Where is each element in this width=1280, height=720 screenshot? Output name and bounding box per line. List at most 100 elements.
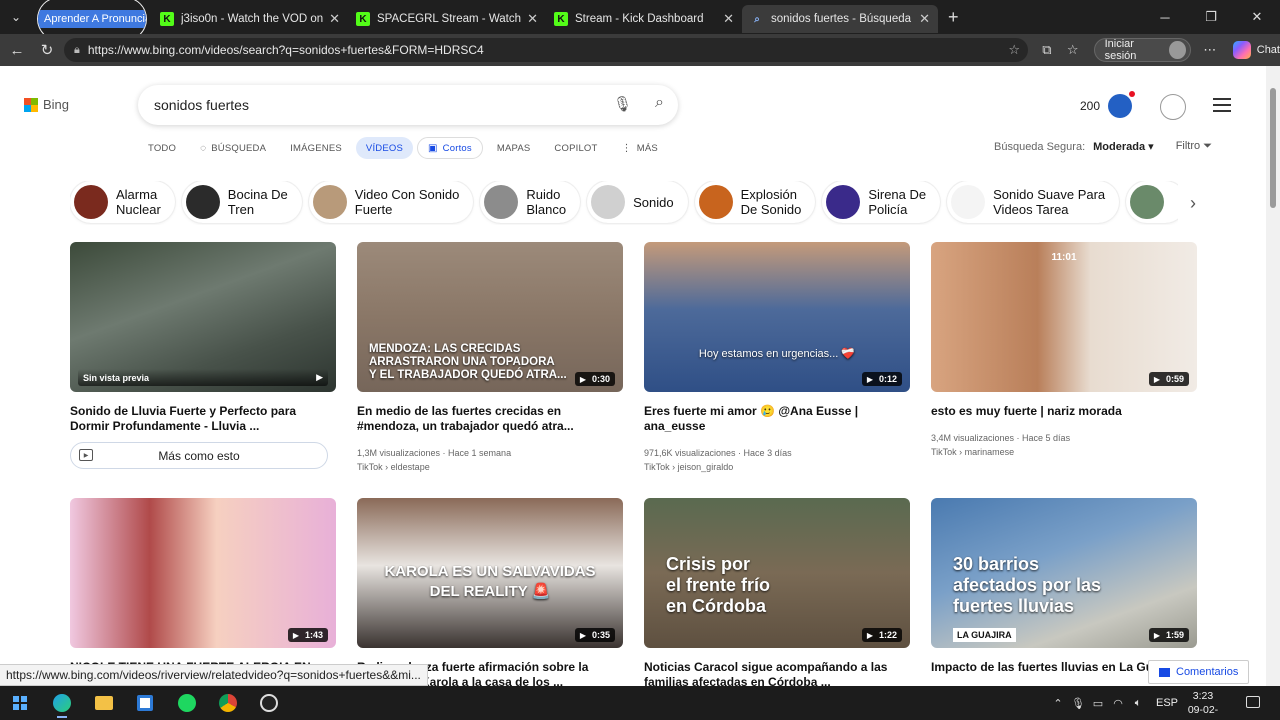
close-tab-icon[interactable]: ✕ [919, 11, 930, 27]
video-title[interactable]: Eres fuerte mi amor 🥲 @Ana Eusse | ana_e… [644, 404, 910, 434]
close-window-icon[interactable]: ✕ [1234, 0, 1280, 34]
video-thumbnail[interactable]: KAROLA ES UN SALVAVIDAS DEL REALITY 🚨 ▶ 0:… [357, 498, 623, 648]
more-like-this-label: Más como esto [158, 448, 240, 463]
reload-icon[interactable]: ↻ [32, 35, 62, 65]
video-title[interactable]: esto es muy fuerte | nariz morada [931, 404, 1197, 419]
video-source[interactable]: TikTok › marinamese [931, 445, 1197, 459]
video-card[interactable]: ▶1:43NICOLE TIENE UNA FUERTE ALERGIA EN … [70, 498, 336, 686]
spotify-icon[interactable] [172, 690, 202, 716]
related-search-pill[interactable]: Explosión De Sonido [695, 181, 816, 223]
hamburger-menu-icon[interactable] [1213, 98, 1231, 116]
kick-icon: K [356, 12, 370, 26]
video-source[interactable]: TikTok › jeison_giraldo [644, 460, 910, 474]
sign-in-button[interactable]: Iniciar sesión [1093, 38, 1191, 62]
show-hidden-icons-icon[interactable]: ⌃ [1048, 697, 1068, 710]
tab-imagenes[interactable]: IMÁGENES [290, 137, 342, 159]
wifi-icon[interactable]: ◠ [1108, 697, 1128, 710]
bing-logo[interactable]: Bing [24, 97, 69, 112]
video-source[interactable]: TikTok › eldestape [357, 460, 623, 474]
tab-3[interactable]: K SPACEGRL Stream - Watch Live on Kick ✕ [348, 5, 546, 33]
play-icon: ▶ [866, 630, 873, 640]
video-thumbnail[interactable]: 30 barrios afectados por las fuertes llu… [931, 498, 1197, 648]
windows-logo-icon [13, 696, 27, 710]
tab-mas[interactable]: ⋮ MÁS [622, 137, 658, 159]
tab-busqueda[interactable]: ◌ BÚSQUEDA [200, 137, 266, 159]
microphone-icon[interactable]: 🎙︎ [613, 95, 632, 113]
microphone-tray-icon[interactable]: 🎙︎ [1068, 697, 1088, 710]
related-search-pill[interactable]: Bocina De Tren [182, 181, 302, 223]
video-title[interactable]: Sonido de Lluvia Fuerte y Perfecto para … [70, 404, 336, 434]
tab-4[interactable]: K Stream - Kick Dashboard ✕ [546, 5, 742, 33]
search-scope-tabs: TODO ◌ BÚSQUEDA IMÁGENES VÍDEOS ▣ Cortos… [148, 137, 682, 159]
video-card[interactable]: 11:01 ▶ 0:59 esto es muy fuerte | nariz mor… [931, 242, 1197, 459]
store-icon[interactable] [130, 690, 160, 716]
related-search-pill[interactable]: Ruido Blanco [480, 181, 580, 223]
video-card[interactable]: 30 barrios afectados por las fuertes llu… [931, 498, 1197, 675]
video-thumbnail[interactable]: 11:01 ▶ 0:59 [931, 242, 1197, 392]
minimize-icon[interactable]: ─ [1142, 0, 1188, 34]
notifications-icon[interactable] [1246, 696, 1260, 708]
tab-copilot[interactable]: COPILOT [554, 137, 597, 159]
video-thumbnail[interactable]: Sin vista previa ▶ [70, 242, 336, 392]
language-indicator[interactable]: ESP [1156, 697, 1178, 709]
safe-search-dropdown[interactable]: Moderada ▾ [1093, 140, 1154, 153]
video-card[interactable]: MENDOZA: LAS CRECIDAS ARRASTRARON UNA TO… [357, 242, 623, 474]
video-title[interactable]: Noticias Caracol sigue acompañando a las… [644, 660, 910, 686]
battery-icon[interactable]: ▭ [1088, 697, 1108, 710]
favorites-icon[interactable]: ☆ [1060, 42, 1086, 58]
address-bar[interactable]: 🔒︎ https://www.bing.com/videos/search?q=… [64, 38, 1028, 62]
edge-taskbar-icon[interactable] [47, 690, 77, 718]
page-scrollbar[interactable] [1266, 66, 1280, 686]
chrome-icon[interactable] [213, 690, 243, 716]
obs-icon[interactable] [254, 690, 284, 716]
location-tag: LA GUAJIRA [953, 628, 1016, 642]
chevron-right-icon[interactable]: › [1178, 184, 1208, 222]
video-card[interactable]: KAROLA ES UN SALVAVIDAS DEL REALITY 🚨 ▶ 0:… [357, 498, 623, 686]
related-search-pill[interactable]: Sonido Suave Para Videos Tarea [947, 181, 1119, 223]
file-explorer-icon[interactable] [89, 690, 119, 716]
tab-actions-icon[interactable]: ⌄ [0, 0, 32, 34]
video-card[interactable]: Hoy estamos en urgencias... ❤️‍🩹 ▶ 0:12 Ere… [644, 242, 910, 474]
video-title[interactable]: En medio de las fuertes crecidas en #men… [357, 404, 623, 434]
new-tab-icon[interactable]: + [948, 7, 959, 28]
more-options-icon[interactable]: ⋯ [1197, 42, 1223, 58]
tab-mapas[interactable]: MAPAS [497, 137, 531, 159]
tab-videos[interactable]: VÍDEOS [355, 137, 414, 159]
video-thumbnail[interactable]: Crisis por el frente frío en Córdoba ▶ 1:2… [644, 498, 910, 648]
video-thumbnail[interactable]: Hoy estamos en urgencias... ❤️‍🩹 ▶ 0:12 [644, 242, 910, 392]
extensions-icon[interactable]: ⧉ [1034, 42, 1060, 58]
windows-taskbar: ⌃ 🎙︎ ▭ ◠ 🔈︎ ESP 3:23 09-02-2026 [0, 686, 1280, 720]
back-icon[interactable]: ← [2, 35, 32, 65]
start-button[interactable] [5, 690, 35, 716]
more-like-this-button[interactable]: ▶ Más como esto [70, 442, 328, 469]
browser-tab-strip: ⌄ Aprender A Pronunciar K j3iso0n - Watc… [0, 0, 1280, 34]
user-account-icon[interactable] [1160, 94, 1186, 120]
tab-label: MÁS [636, 142, 658, 154]
video-thumbnail[interactable]: ▶ 1:43 [70, 498, 336, 648]
maximize-icon[interactable]: ❐ [1188, 0, 1234, 34]
search-icon[interactable]: ⌕ [655, 94, 664, 112]
related-search-pill[interactable]: Alarma Nuclear [70, 181, 175, 223]
video-card[interactable]: Sin vista previa ▶ Sonido de Lluvia Fuerte… [70, 242, 336, 469]
search-box[interactable]: sonidos fuertes 🎙︎ ⌕ [138, 85, 678, 125]
tab-cortos[interactable]: ▣ Cortos [417, 137, 483, 159]
rewards-button[interactable]: 200 [1080, 91, 1136, 118]
close-tab-icon[interactable]: ✕ [329, 11, 340, 27]
clock[interactable]: 3:23 09-02-2026 [1178, 689, 1228, 720]
related-search-pill[interactable]: Sonido [587, 181, 687, 223]
related-search-pill[interactable]: Video Con Sonido Fuerte [309, 181, 474, 223]
tab-2[interactable]: K j3iso0n - Watch the VOD on Kick ✕ [152, 5, 348, 33]
close-tab-icon[interactable]: ✕ [723, 11, 734, 27]
lock-icon: 🔒︎ [74, 43, 80, 56]
video-card[interactable]: Crisis por el frente frío en Córdoba ▶ 1:2… [644, 498, 910, 686]
favorite-star-icon[interactable]: ☆ [1008, 42, 1020, 58]
filter-button[interactable]: Filtro ⏷ [1176, 140, 1212, 153]
feedback-button[interactable]: Comentarios [1148, 660, 1250, 684]
tab-todo[interactable]: TODO [148, 137, 176, 159]
copilot-chat-button[interactable]: Chat [1232, 41, 1280, 59]
close-tab-icon[interactable]: ✕ [527, 11, 538, 27]
related-search-pill[interactable]: Sirena De Policía [822, 181, 940, 223]
volume-icon[interactable]: 🔈︎ [1128, 697, 1148, 710]
video-thumbnail[interactable]: MENDOZA: LAS CRECIDAS ARRASTRARON UNA TO… [357, 242, 623, 392]
tab-5[interactable]: ⌕ sonidos fuertes - Búsqueda Videos ✕ [742, 5, 938, 33]
